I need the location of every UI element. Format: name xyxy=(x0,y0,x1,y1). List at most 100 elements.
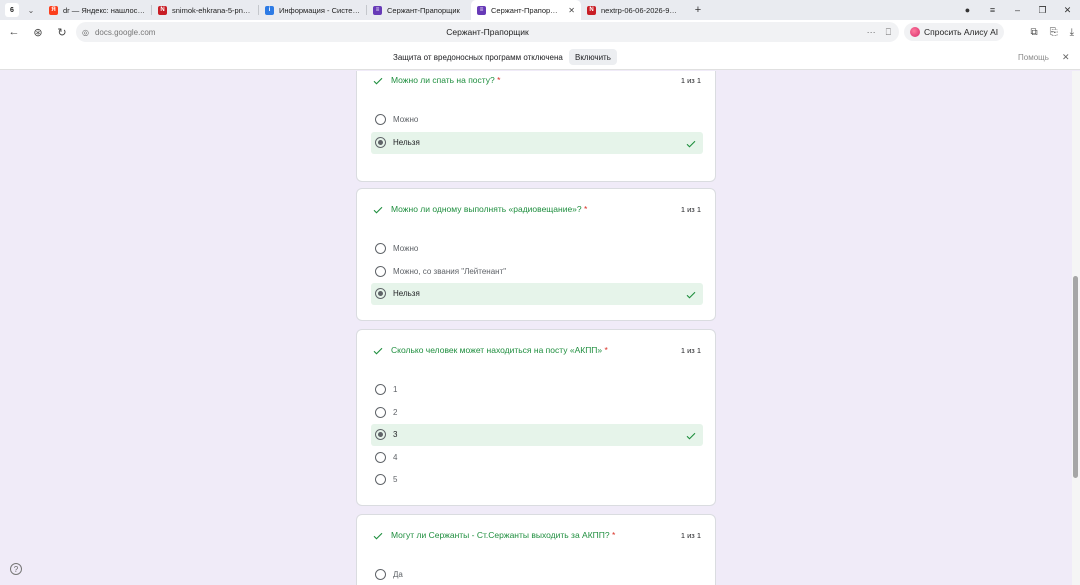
browser-tab[interactable]: Nnextrp-06-06-2026-9_54_3 xyxy=(581,0,687,20)
option-label: Можно xyxy=(393,115,419,124)
infobar-message: Защита от вредоносных программ отключена xyxy=(393,53,563,62)
answer-option[interactable]: Можно xyxy=(371,238,703,260)
answer-option[interactable]: Нельзя xyxy=(371,131,703,154)
ask-alice-button[interactable]: Спросить Алису AI xyxy=(904,23,1005,41)
required-asterisk: * xyxy=(584,204,588,214)
option-label: 5 xyxy=(393,475,398,485)
toolbar-icons: ⧉ ⎘ ⤓ xyxy=(1030,20,1074,44)
answer-option[interactable]: Можно, со звания "Лейтенант" xyxy=(371,261,703,283)
correct-check-icon xyxy=(372,203,384,215)
option-label: 4 xyxy=(393,452,398,462)
answer-option[interactable]: 5 xyxy=(371,469,703,491)
help-link[interactable]: Помощь xyxy=(1018,53,1049,62)
question-label: Можно ли одному выполнять «радиовещание»… xyxy=(391,204,582,214)
radio-empty-icon[interactable] xyxy=(375,384,386,395)
url-field[interactable]: ◎ docs.google.com Сержант-Прапорщик ··· … xyxy=(76,22,899,42)
close-infobar-icon[interactable]: ✕ xyxy=(1062,52,1070,63)
profile-avatar-icon[interactable]: ● xyxy=(955,5,980,15)
option-label: 3 xyxy=(393,430,398,440)
radio-selected-icon[interactable] xyxy=(375,136,386,148)
tab-title: dr — Яндекс: нашлось 37 xyxy=(63,5,145,15)
back-arrow-icon[interactable]: ← xyxy=(2,26,26,38)
question-text: Можно ли спать на посту? * xyxy=(391,75,500,85)
page-title: Сержант-Прапорщик xyxy=(446,27,529,37)
more-dots-icon[interactable]: ··· xyxy=(867,27,876,38)
chevron-down-icon[interactable]: ⌄ xyxy=(25,6,37,15)
new-tab-plus-icon[interactable]: + xyxy=(691,3,705,17)
browser-tab[interactable]: ≡ Сержант-Прапорщик ✕ xyxy=(471,0,581,20)
browser-tab[interactable]: ≡ Сержант-Прапорщик xyxy=(367,0,471,20)
tab-title: Сержант-Прапорщик xyxy=(387,5,460,15)
netflix-n-icon: N xyxy=(158,5,167,15)
correct-answer-check-icon xyxy=(685,288,697,300)
tab-count-badge[interactable]: 6 xyxy=(5,3,19,17)
forms-icon: ≡ xyxy=(373,5,382,15)
radio-empty-icon[interactable] xyxy=(375,265,386,277)
answer-option[interactable]: 1 xyxy=(371,379,703,401)
option-label: Можно xyxy=(393,244,419,253)
tab-title: snimok-ehkrana-5-png.34 xyxy=(172,5,252,15)
required-asterisk: * xyxy=(497,75,501,85)
tab-title: nextrp-06-06-2026-9_54_3 xyxy=(601,5,681,15)
enable-protection-button[interactable]: Включить xyxy=(569,49,617,65)
browser-tab[interactable]: Яdr — Яндекс: нашлось 37 xyxy=(43,0,151,20)
question-text: Можно ли одному выполнять «радиовещание»… xyxy=(391,204,587,214)
question-card: Сколько человек может находиться на пост… xyxy=(356,329,716,506)
tab-list: Яdr — Яндекс: нашлось 37 Nsnimok-ehkrana-… xyxy=(43,0,687,20)
tab-title: Сержант-Прапорщик xyxy=(491,5,563,15)
option-label: 2 xyxy=(393,407,398,417)
option-label: Да xyxy=(393,570,403,579)
question-score: 1 из 1 xyxy=(680,76,701,85)
extensions-icon[interactable]: ⧉ xyxy=(1030,27,1037,38)
site-info-icon[interactable]: ◎ xyxy=(82,28,89,37)
radio-empty-icon[interactable] xyxy=(375,451,386,463)
reload-icon[interactable]: ↻ xyxy=(50,26,74,39)
radio-empty-icon[interactable] xyxy=(375,406,386,418)
tab-title: Информация - Система п xyxy=(279,5,360,15)
radio-empty-icon[interactable] xyxy=(375,114,386,125)
answer-option[interactable]: 3 xyxy=(371,424,703,447)
option-label: 1 xyxy=(393,385,398,394)
radio-selected-icon[interactable] xyxy=(375,288,386,300)
question-label: Можно ли спать на посту? xyxy=(391,75,495,85)
answer-option[interactable]: Да xyxy=(371,564,703,585)
bookmark-icon[interactable]: ⎕ xyxy=(886,27,891,38)
radio-empty-icon[interactable] xyxy=(375,243,386,254)
scrollbar-thumb[interactable] xyxy=(1073,276,1078,478)
question-score: 1 из 1 xyxy=(680,205,701,214)
forms-icon: ≡ xyxy=(477,5,486,15)
download-icon[interactable]: ⤓ xyxy=(1070,27,1074,38)
browser-tab[interactable]: i Информация - Система п xyxy=(259,0,366,20)
correct-check-icon xyxy=(372,529,384,541)
ask-alice-label: Спросить Алису AI xyxy=(924,27,999,37)
shield-icon[interactable]: ⊛ xyxy=(26,26,50,39)
minimize-icon[interactable]: – xyxy=(1005,5,1030,15)
alice-logo-icon xyxy=(910,27,920,37)
radio-selected-icon[interactable] xyxy=(375,429,386,441)
correct-answer-check-icon xyxy=(685,429,697,441)
window-controls: ● ≡ – ❐ ✕ xyxy=(955,0,1080,20)
answer-option[interactable]: Нельзя xyxy=(371,283,703,306)
close-window-icon[interactable]: ✕ xyxy=(1055,5,1080,16)
form-content: Можно ли спать на посту? * 1 из 1 Можно Нел… xyxy=(0,71,1072,585)
correct-answer-check-icon xyxy=(685,137,697,149)
radio-empty-icon[interactable] xyxy=(375,474,386,486)
browser-tab[interactable]: Nsnimok-ehkrana-5-png.34 xyxy=(152,0,258,20)
help-question-icon[interactable]: ? xyxy=(10,563,22,575)
radio-empty-icon[interactable] xyxy=(375,569,386,580)
menu-icon[interactable]: ≡ xyxy=(980,5,1005,15)
answer-option[interactable]: 2 xyxy=(371,402,703,424)
yandex-icon: Я xyxy=(49,5,58,15)
answer-option[interactable]: Можно xyxy=(371,109,703,131)
answer-option[interactable]: 4 xyxy=(371,447,703,469)
required-asterisk: * xyxy=(604,345,608,355)
url-host: docs.google.com xyxy=(94,27,156,37)
question-card: Могут ли Сержанты - Ст.Сержанты выходить… xyxy=(356,514,716,585)
required-asterisk: * xyxy=(612,530,616,540)
option-label: Нельзя xyxy=(393,289,420,299)
restore-icon[interactable]: ❐ xyxy=(1030,5,1055,16)
close-tab-icon[interactable]: ✕ xyxy=(568,6,575,15)
scrollbar[interactable] xyxy=(1072,71,1080,585)
collections-icon[interactable]: ⎘ xyxy=(1050,27,1058,38)
info-icon: i xyxy=(265,5,274,15)
